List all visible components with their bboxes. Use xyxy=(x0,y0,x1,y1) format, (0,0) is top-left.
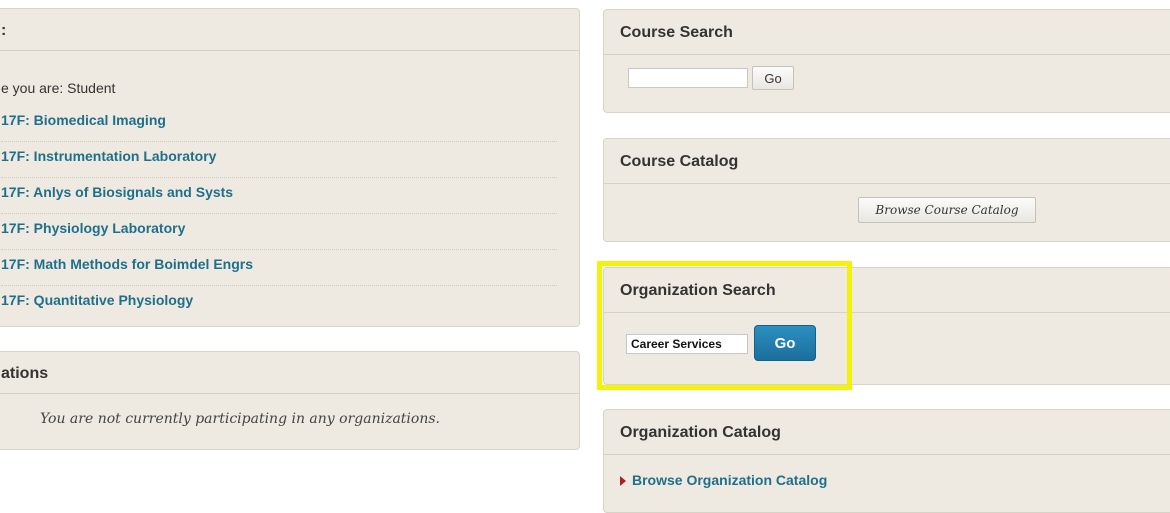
course-link-physiology-lab[interactable]: 17F: Physiology Laboratory xyxy=(1,220,185,236)
browse-organization-catalog-link[interactable]: Browse Organization Catalog xyxy=(620,472,827,488)
course-link-quantitative-physiology[interactable]: 17F: Quantitative Physiology xyxy=(1,292,193,308)
course-search-title: Course Search xyxy=(620,24,733,41)
course-link-biomedical-imaging[interactable]: 17F: Biomedical Imaging xyxy=(1,112,166,128)
course-link-instrumentation-lab[interactable]: 17F: Instrumentation Laboratory xyxy=(1,148,216,164)
my-organizations-panel: ations You are not currently participati… xyxy=(0,351,580,450)
my-courses-header: : xyxy=(0,9,579,51)
course-search-panel: Course Search Go xyxy=(603,9,1170,113)
list-item: 17F: Math Methods for Boimdel Engrs xyxy=(1,250,557,286)
course-search-input[interactable] xyxy=(628,68,748,88)
my-courses-title: : xyxy=(1,22,7,39)
my-organizations-title: ations xyxy=(1,365,49,382)
organization-catalog-title: Organization Catalog xyxy=(620,424,781,441)
course-catalog-panel: Course Catalog Browse Course Catalog xyxy=(603,138,1170,242)
course-link-math-methods[interactable]: 17F: Math Methods for Boimdel Engrs xyxy=(1,256,253,272)
organization-catalog-panel: Organization Catalog Browse Organization… xyxy=(603,409,1170,513)
browse-organization-catalog-label: Browse Organization Catalog xyxy=(632,472,828,488)
empty-organizations-message: You are not currently participating in a… xyxy=(40,411,440,427)
list-item: 17F: Physiology Laboratory xyxy=(1,214,557,250)
my-courses-panel: : e you are: Student 17F: Biomedical Ima… xyxy=(0,8,580,327)
list-item: 17F: Instrumentation Laboratory xyxy=(1,142,557,178)
course-catalog-header: Course Catalog xyxy=(604,139,1170,184)
highlight-box xyxy=(597,261,852,390)
course-search-header: Course Search xyxy=(604,10,1170,55)
list-item: 17F: Anlys of Biosignals and Systs xyxy=(1,178,557,214)
course-search-go-button[interactable]: Go xyxy=(752,66,794,90)
role-line: e you are: Student xyxy=(1,80,116,96)
list-item: 17F: Quantitative Physiology xyxy=(1,286,557,322)
my-organizations-header: ations xyxy=(0,352,579,394)
list-item: 17F: Biomedical Imaging xyxy=(1,106,557,142)
organization-catalog-header: Organization Catalog xyxy=(604,410,1170,455)
course-link-biosignals[interactable]: 17F: Anlys of Biosignals and Systs xyxy=(1,184,233,200)
browse-course-catalog-button[interactable]: Browse Course Catalog xyxy=(858,197,1036,223)
course-catalog-title: Course Catalog xyxy=(620,153,739,170)
course-list: 17F: Biomedical Imaging 17F: Instrumenta… xyxy=(1,106,557,322)
arrow-right-icon xyxy=(620,476,626,487)
